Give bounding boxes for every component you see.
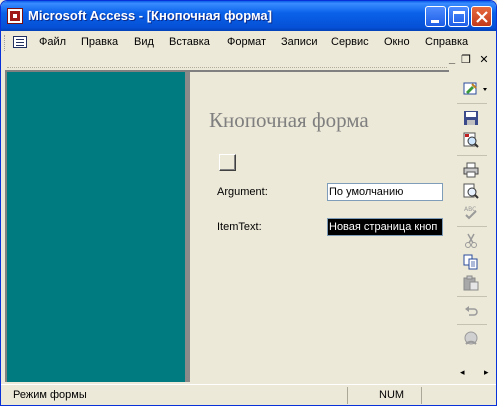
form-document-icon[interactable] — [13, 36, 27, 48]
doc-close-button[interactable]: ✕ — [477, 53, 491, 66]
menu-edit[interactable]: Правка — [81, 36, 118, 48]
doc-restore-button[interactable]: ❐ — [459, 53, 473, 66]
toolbar-scroll-left[interactable]: ◂ — [460, 367, 465, 378]
teal-side-panel — [7, 72, 185, 382]
status-divider — [347, 387, 348, 404]
status-num-lock: NUM — [379, 389, 405, 401]
access-window: Microsoft Access - [Кнопочная форма] Фай… — [0, 0, 497, 406]
spelling-button[interactable]: ABC — [460, 202, 482, 222]
copy-icon — [463, 254, 478, 270]
menu-help[interactable]: Справка — [425, 36, 468, 48]
print-button[interactable] — [460, 160, 482, 180]
minimize-button[interactable] — [425, 6, 446, 27]
maximize-icon — [453, 11, 465, 23]
form-title: Кнопочная форма — [209, 108, 369, 132]
status-mode: Режим формы — [13, 389, 87, 401]
menu-format[interactable]: Формат — [227, 36, 266, 48]
menu-grip[interactable] — [4, 35, 7, 51]
itemtext-field[interactable]: Новая страница кноп — [327, 218, 443, 236]
copy-button[interactable] — [460, 252, 482, 272]
menu-insert[interactable]: Вставка — [169, 36, 210, 48]
panel-divider — [185, 72, 190, 382]
cut-button[interactable] — [460, 231, 482, 251]
maximize-button[interactable] — [448, 6, 469, 27]
menu-view[interactable]: Вид — [134, 36, 154, 48]
print-icon — [463, 162, 479, 178]
argument-field[interactable]: По умолчанию — [327, 183, 443, 201]
undo-icon — [465, 306, 478, 316]
design-view-icon — [463, 82, 487, 95]
menu-file[interactable]: Файл — [39, 36, 66, 48]
status-bar: Режим формы NUM — [1, 384, 496, 405]
close-button[interactable] — [471, 6, 492, 27]
print-preview-button[interactable] — [460, 181, 482, 201]
form-view-toolbar: ABC ◂ ▸ — [451, 70, 496, 382]
switchboard-option-button[interactable] — [219, 154, 236, 171]
menu-tools[interactable]: Сервис — [331, 36, 369, 48]
save-button[interactable] — [460, 108, 482, 128]
menu-bar: Файл Правка Вид Вставка Формат Записи Се… — [1, 31, 496, 53]
save-icon — [464, 111, 478, 125]
find-button[interactable] — [460, 130, 482, 150]
find-icon — [463, 132, 479, 148]
argument-label: Argument: — [217, 186, 268, 198]
window-title: Microsoft Access - [Кнопочная форма] — [28, 8, 272, 23]
menu-window[interactable]: Окно — [384, 36, 410, 48]
hyperlink-button[interactable] — [460, 329, 482, 349]
switchboard-form: Кнопочная форма Argument: По умолчанию I… — [5, 70, 449, 382]
undo-button[interactable] — [460, 301, 482, 321]
access-app-icon[interactable] — [7, 8, 23, 24]
spelling-icon: ABC — [464, 206, 477, 220]
menu-records[interactable]: Записи — [281, 36, 318, 48]
doc-minimize-button[interactable]: _ — [445, 53, 459, 65]
title-bar[interactable]: Microsoft Access - [Кнопочная форма] — [1, 1, 496, 31]
hyperlink-icon — [464, 331, 478, 345]
close-icon — [476, 11, 488, 23]
design-view-button[interactable] — [460, 78, 492, 98]
paste-icon — [463, 275, 479, 291]
paste-button[interactable] — [460, 273, 482, 293]
itemtext-label: ItemText: — [217, 221, 262, 233]
document-controls-bar: _ ❐ ✕ — [1, 53, 496, 69]
cut-icon — [465, 233, 477, 248]
print-preview-icon — [463, 183, 479, 199]
toolbar-scroll-right[interactable]: ▸ — [484, 367, 489, 378]
minimize-icon — [431, 20, 439, 23]
status-divider — [421, 387, 422, 404]
